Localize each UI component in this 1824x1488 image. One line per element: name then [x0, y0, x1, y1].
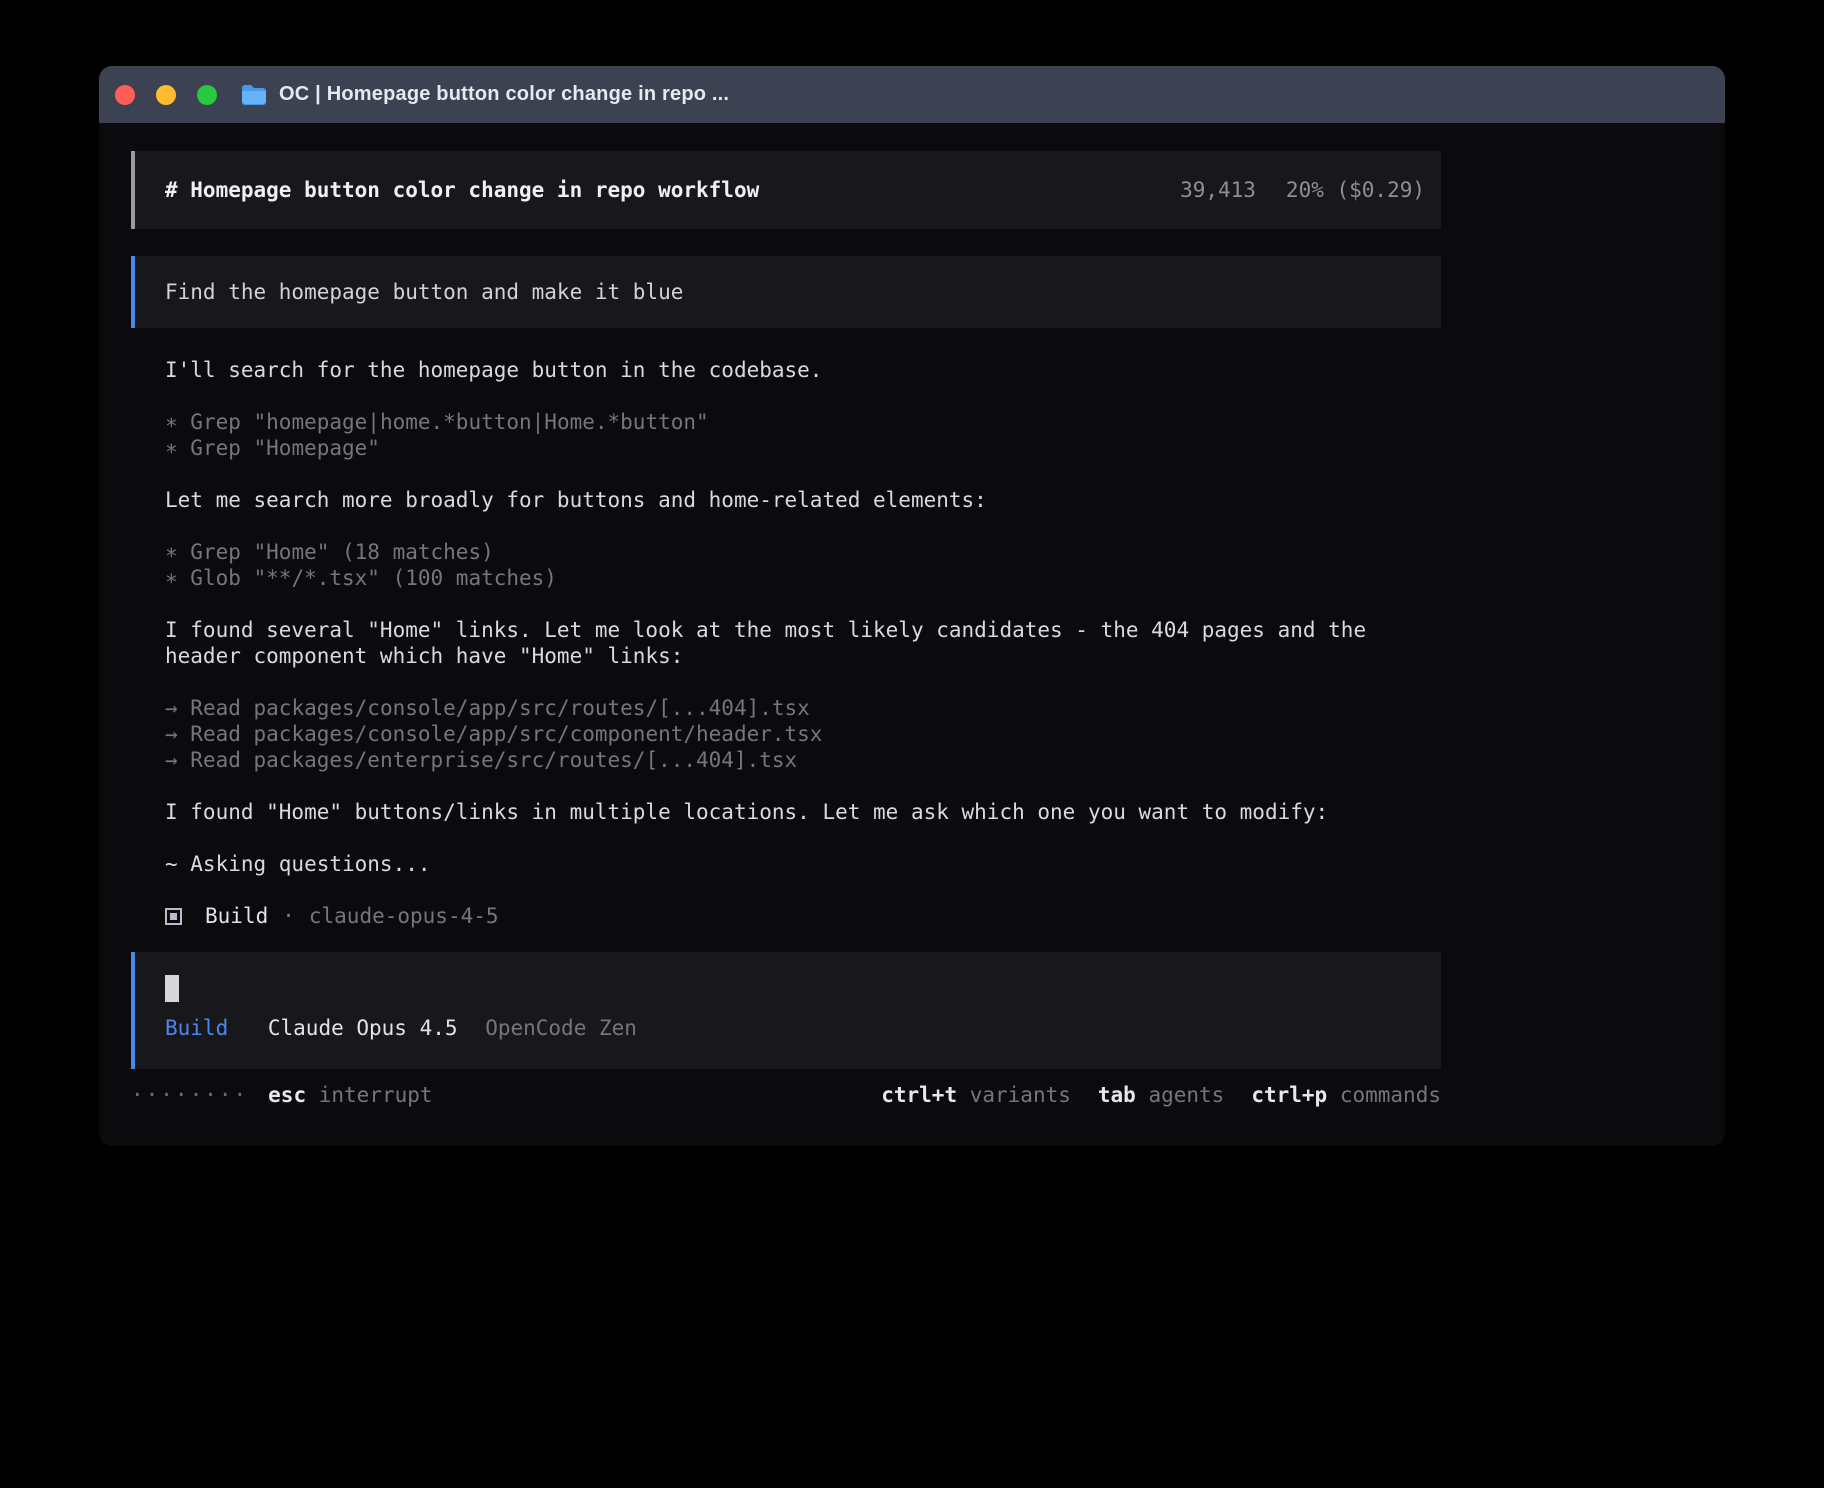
terminal-window: OC | Homepage button color change in rep…: [99, 66, 1725, 1146]
session-title: # Homepage button color change in repo w…: [165, 177, 759, 203]
read-arrow-icon: →: [165, 696, 190, 720]
read-arrow-icon: →: [165, 748, 190, 772]
agent-name: Build: [205, 903, 268, 929]
tool-call-text: Read packages/console/app/src/component/…: [190, 722, 822, 746]
session-meta: 39,413 20% ($0.29): [1180, 177, 1425, 203]
status-left: ········ esc interrupt: [131, 1082, 433, 1108]
zoom-button[interactable]: [197, 85, 217, 105]
tool-call-line: → Read packages/enterprise/src/routes/[.…: [131, 747, 1441, 773]
blank-line: [131, 669, 1441, 695]
hint-ctrl-p: ctrl+p commands: [1251, 1082, 1441, 1108]
close-button[interactable]: [115, 85, 135, 105]
hint-tab: tab agents: [1098, 1082, 1224, 1108]
text-cursor: [165, 975, 179, 1002]
blank-line: [131, 591, 1441, 617]
spinner-dots: ········: [131, 1082, 248, 1108]
tool-call-text: Grep "Homepage": [190, 436, 380, 460]
tool-bullet-icon: ∗: [165, 566, 190, 590]
hint-ctrl-t: ctrl+t variants: [881, 1082, 1071, 1108]
desktop-background: OC | Homepage button color change in rep…: [0, 0, 1824, 1488]
hint-esc: esc interrupt: [268, 1082, 432, 1108]
mode-label[interactable]: Build: [165, 1016, 228, 1040]
tool-call-text: Read packages/console/app/src/routes/[..…: [190, 696, 810, 720]
tool-call-line: → Read packages/console/app/src/componen…: [131, 721, 1441, 747]
prompt-input[interactable]: Build Claude Opus 4.5 OpenCode Zen: [131, 952, 1441, 1069]
tool-call-text: Grep "homepage|home.*button|Home.*button…: [190, 410, 708, 434]
status-right: ctrl+t variants tab agents ctrl+p commands: [881, 1082, 1441, 1108]
tool-call-line: ∗ Grep "Homepage": [131, 435, 1441, 461]
assistant-text-line: I found several "Home" links. Let me loo…: [131, 617, 1441, 669]
traffic-lights: [115, 85, 217, 105]
assistant-text-line: ~ Asking questions...: [131, 851, 1441, 877]
agent-model: claude-opus-4-5: [309, 903, 499, 929]
blank-line: [131, 461, 1441, 487]
status-bar: ········ esc interrupt ctrl+t variants ta…: [131, 1082, 1441, 1108]
tool-call-text: Read packages/enterprise/src/routes/[...…: [190, 748, 797, 772]
hint-label: interrupt: [319, 1083, 433, 1107]
square-dot-icon: [165, 908, 182, 925]
tool-call-text: Grep "Home" (18 matches): [190, 540, 493, 564]
blank-line: [131, 877, 1441, 903]
assistant-text-line: I'll search for the homepage button in t…: [131, 357, 1441, 383]
user-message-text: Find the homepage button and make it blu…: [165, 279, 683, 305]
context-usage: 20% ($0.29): [1286, 177, 1425, 203]
tool-call-line: ∗ Grep "Home" (18 matches): [131, 539, 1441, 565]
agent-separator: ·: [282, 903, 295, 929]
read-arrow-icon: →: [165, 722, 190, 746]
provider-label: OpenCode Zen: [485, 1016, 637, 1040]
tool-call-text: Glob "**/*.tsx" (100 matches): [190, 566, 557, 590]
minimize-button[interactable]: [156, 85, 176, 105]
tool-call-line: ∗ Glob "**/*.tsx" (100 matches): [131, 565, 1441, 591]
folder-icon: [241, 84, 267, 106]
titlebar[interactable]: OC | Homepage button color change in rep…: [99, 66, 1725, 123]
session-header: # Homepage button color change in repo w…: [131, 151, 1441, 229]
tool-call-line: → Read packages/console/app/src/routes/[…: [131, 695, 1441, 721]
blank-line: [131, 513, 1441, 539]
blank-line: [131, 825, 1441, 851]
terminal-content[interactable]: # Homepage button color change in repo w…: [99, 123, 1725, 1146]
user-message: Find the homepage button and make it blu…: [131, 256, 1441, 328]
tool-call-line: ∗ Grep "homepage|home.*button|Home.*butt…: [131, 409, 1441, 435]
token-count: 39,413: [1180, 177, 1256, 203]
hint-key: esc: [268, 1083, 306, 1107]
tool-bullet-icon: ∗: [165, 410, 190, 434]
tool-bullet-icon: ∗: [165, 540, 190, 564]
assistant-text-line: I found "Home" buttons/links in multiple…: [131, 799, 1441, 825]
blank-line: [131, 773, 1441, 799]
input-meta: Build Claude Opus 4.5 OpenCode Zen: [165, 1015, 1425, 1041]
conversation: I'll search for the homepage button in t…: [131, 357, 1441, 903]
model-label[interactable]: Claude Opus 4.5: [268, 1016, 458, 1040]
tool-bullet-icon: ∗: [165, 436, 190, 460]
assistant-text-line: Let me search more broadly for buttons a…: [131, 487, 1441, 513]
agent-status: Build · claude-opus-4-5: [131, 903, 1441, 929]
blank-line: [131, 383, 1441, 409]
window-title: OC | Homepage button color change in rep…: [279, 83, 729, 106]
